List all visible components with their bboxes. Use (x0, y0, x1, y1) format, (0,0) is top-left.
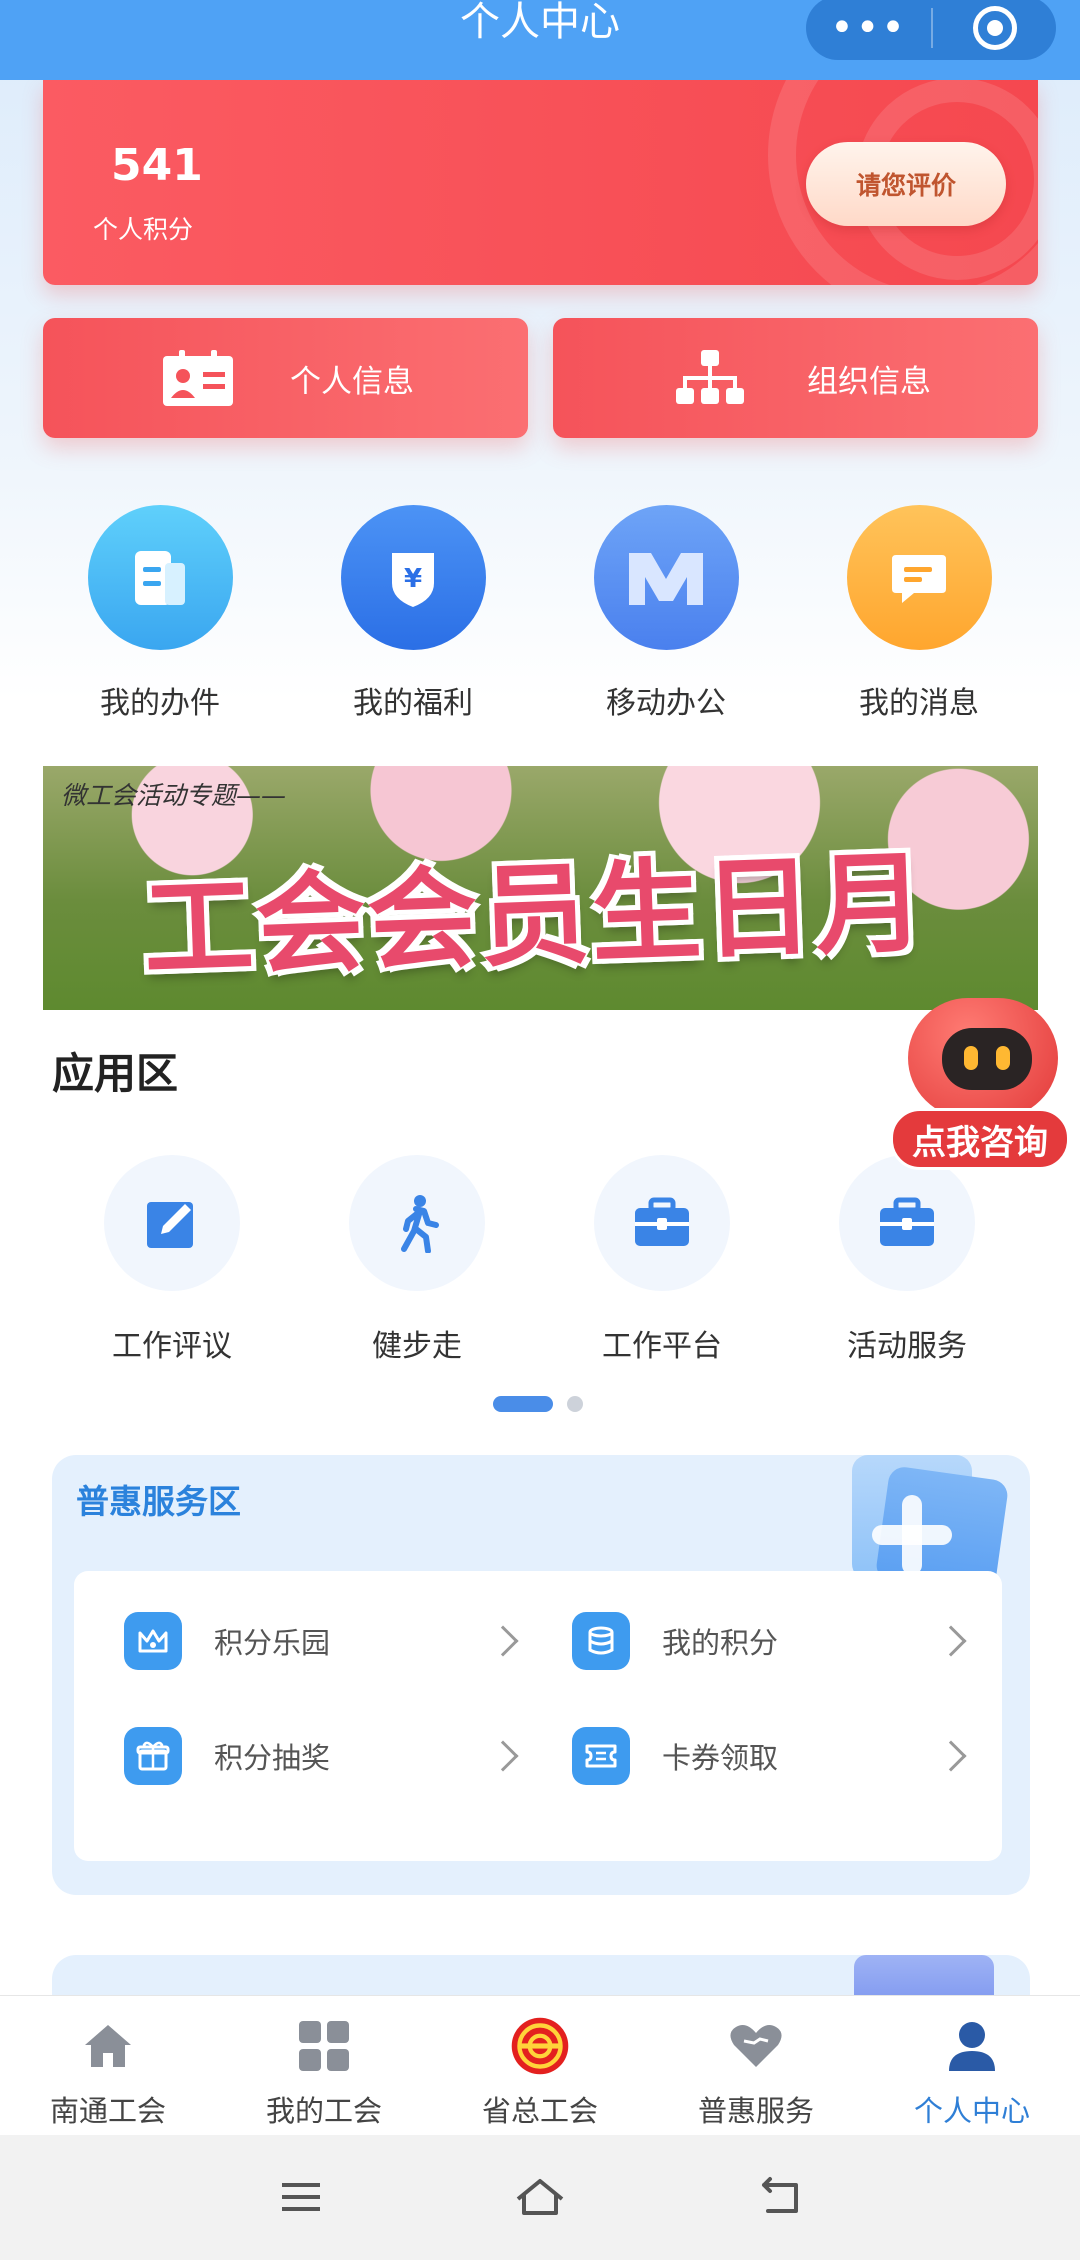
indicator-dot-active[interactable] (493, 1396, 553, 1412)
back-icon[interactable] (750, 2175, 810, 2219)
union-emblem-icon (510, 2016, 570, 2076)
quick-item-label: 移动办公 (606, 686, 726, 721)
document-icon (87, 505, 233, 650)
benefit-section: 普惠服务区 积分乐园 我的积分 积分抽奖 卡券领取 (52, 1455, 1030, 1895)
home-nav-icon[interactable] (510, 2175, 570, 2219)
ticket-icon (572, 1727, 630, 1785)
more-options-button[interactable]: ••• (806, 8, 931, 48)
tab-my-union[interactable]: 我的工会 (216, 1996, 432, 2135)
app-work-review[interactable]: 工作评议 (72, 1155, 272, 1365)
tab-label: 普惠服务 (697, 2094, 814, 2128)
grid-icon (294, 2016, 354, 2076)
benefit-item-my-points[interactable]: 我的积分 (572, 1611, 972, 1671)
database-icon (572, 1612, 630, 1670)
edit-icon (104, 1155, 240, 1291)
tab-personal-center[interactable]: 个人中心 (864, 1996, 1080, 2135)
quick-item-my-benefits[interactable]: ¥ 我的福利 (313, 505, 513, 722)
gift-icon (124, 1727, 182, 1785)
benefit-item-points-lottery[interactable]: 积分抽奖 (124, 1726, 524, 1786)
close-target-button[interactable] (933, 6, 1056, 50)
crown-icon (124, 1612, 182, 1670)
plus-card-illustration-icon (842, 1455, 1012, 1596)
chevron-right-icon (935, 1740, 967, 1772)
tab-label: 南通工会 (49, 2094, 166, 2128)
id-card-icon (163, 350, 233, 406)
organization-info-label: 组织信息 (807, 363, 931, 400)
top-bar: 个人中心 ••• (0, 0, 1080, 80)
tab-provincial-union[interactable]: 省总工会 (432, 1996, 648, 2135)
robot-icon (908, 998, 1058, 1118)
benefit-item-label: 卡券领取 (662, 1741, 779, 1775)
tab-nantong-union[interactable]: 南通工会 (0, 1996, 216, 2135)
consult-label: 点我咨询 (890, 1108, 1070, 1170)
svg-text:¥: ¥ (404, 564, 422, 594)
chevron-right-icon (487, 1740, 519, 1772)
personal-info-button[interactable]: 个人信息 (43, 318, 528, 438)
tab-inclusive-service[interactable]: 普惠服务 (648, 1996, 864, 2135)
app-label: 活动服务 (847, 1329, 967, 1364)
banner-subtitle: 微工会活动专题—— (61, 781, 287, 810)
briefcase-icon (594, 1155, 730, 1291)
heart-icon (726, 2016, 786, 2076)
chevron-right-icon (935, 1625, 967, 1657)
points-card: 541 个人积分 请您评价 (43, 80, 1038, 285)
organization-info-button[interactable]: 组织信息 (553, 318, 1038, 438)
system-navigation-bar (0, 2135, 1080, 2260)
quick-item-mobile-office[interactable]: 移动办公 (566, 505, 766, 722)
indicator-dot[interactable] (567, 1396, 583, 1412)
quick-item-label: 我的消息 (859, 686, 979, 721)
app-label: 健步走 (372, 1329, 462, 1364)
m-logo-icon (593, 505, 739, 650)
app-label: 工作平台 (602, 1329, 722, 1364)
birthday-month-banner[interactable]: 微工会活动专题—— 工会会员生日月 (43, 766, 1038, 1010)
app-label: 工作评议 (112, 1329, 232, 1364)
bottom-tab-bar: 南通工会 我的工会 省总工会 普惠服务 个人中心 (0, 1995, 1080, 2135)
chevron-right-icon (487, 1625, 519, 1657)
personal-info-label: 个人信息 (290, 363, 414, 400)
walking-icon (349, 1155, 485, 1291)
robot-antenna (1042, 990, 1064, 1012)
benefit-item-label: 我的积分 (662, 1626, 779, 1660)
carousel-indicator (493, 1396, 583, 1412)
points-label: 个人积分 (93, 215, 194, 244)
message-icon (846, 505, 992, 650)
tab-label: 个人中心 (913, 2094, 1030, 2128)
benefit-item-coupon-claim[interactable]: 卡券领取 (572, 1726, 972, 1786)
quick-item-label: 我的福利 (353, 686, 473, 721)
apps-section-title: 应用区 (52, 1049, 179, 1098)
points-value[interactable]: 541 (111, 140, 203, 191)
quick-item-my-messages[interactable]: 我的消息 (819, 505, 1019, 722)
app-work-platform[interactable]: 工作平台 (562, 1155, 762, 1365)
tab-label: 我的工会 (265, 2094, 382, 2128)
mini-program-capsule: ••• (806, 0, 1056, 60)
org-chart-icon (676, 350, 744, 404)
benefit-list: 积分乐园 我的积分 积分抽奖 卡券领取 (74, 1571, 1002, 1861)
tab-label: 省总工会 (481, 2094, 598, 2128)
target-icon (972, 6, 1017, 50)
user-icon (942, 2016, 1002, 2076)
rate-button[interactable]: 请您评价 (806, 142, 1006, 226)
benefit-item-label: 积分乐园 (214, 1626, 331, 1660)
home-icon (78, 2016, 138, 2076)
quick-item-my-affairs[interactable]: 我的办件 (60, 505, 260, 722)
consult-robot-button[interactable]: 点我咨询 (890, 990, 1070, 1190)
menu-icon[interactable] (270, 2175, 330, 2219)
quick-item-label: 我的办件 (100, 686, 220, 721)
app-walking[interactable]: 健步走 (317, 1155, 517, 1365)
benefit-item-label: 积分抽奖 (214, 1741, 331, 1775)
benefit-section-title: 普惠服务区 (76, 1482, 241, 1521)
banner-title: 工会会员生日月 (141, 838, 930, 994)
benefit-item-points-park[interactable]: 积分乐园 (124, 1611, 524, 1671)
yen-shield-icon: ¥ (340, 505, 486, 650)
